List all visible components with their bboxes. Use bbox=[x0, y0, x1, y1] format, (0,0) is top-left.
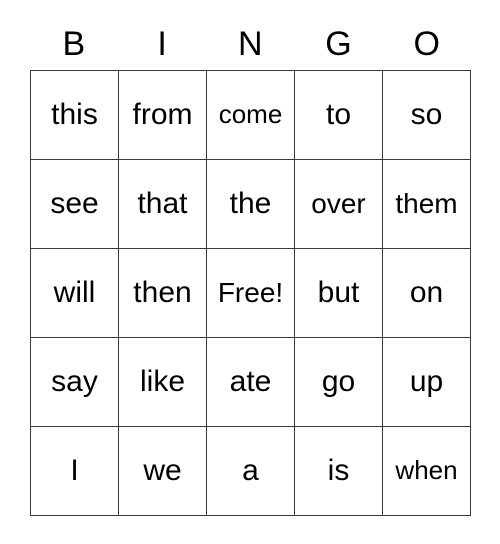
bingo-cell[interactable]: go bbox=[295, 338, 383, 427]
bingo-cell-label: go bbox=[321, 365, 356, 399]
bingo-header-letter-b: B bbox=[62, 25, 86, 63]
bingo-cell-label: over bbox=[311, 188, 366, 220]
bingo-cell-label: up bbox=[409, 365, 444, 399]
bingo-cell-label: on bbox=[409, 276, 444, 310]
bingo-cell[interactable]: that bbox=[119, 160, 207, 249]
bingo-header-row: B I N G O bbox=[30, 20, 471, 68]
bingo-cell-label: the bbox=[229, 187, 272, 221]
bingo-cell-label: them bbox=[395, 188, 458, 220]
bingo-cell[interactable]: is bbox=[295, 427, 383, 516]
bingo-cell[interactable]: will bbox=[31, 249, 119, 338]
bingo-cell-label: we bbox=[143, 454, 182, 488]
bingo-cell-label: say bbox=[51, 365, 98, 399]
bingo-cell[interactable]: see bbox=[31, 160, 119, 249]
bingo-cell-label: when bbox=[395, 455, 458, 486]
bingo-cell[interactable]: the bbox=[207, 160, 295, 249]
bingo-cell[interactable]: we bbox=[119, 427, 207, 516]
bingo-header-letter-o: O bbox=[413, 25, 441, 63]
bingo-grid: this from come to so see that the over them will th… bbox=[30, 70, 471, 516]
bingo-cell[interactable]: so bbox=[383, 71, 471, 160]
bingo-cell-label: I bbox=[70, 454, 79, 488]
bingo-header-letter-i: I bbox=[157, 25, 168, 63]
bingo-cell-label: then bbox=[133, 276, 192, 310]
bingo-cell[interactable]: like bbox=[119, 338, 207, 427]
bingo-cell[interactable]: come bbox=[207, 71, 295, 160]
bingo-cell-label: to bbox=[325, 98, 352, 132]
bingo-cell-label: ate bbox=[229, 365, 272, 399]
bingo-cell[interactable]: ate bbox=[207, 338, 295, 427]
bingo-cell[interactable]: over bbox=[295, 160, 383, 249]
bingo-cell[interactable]: when bbox=[383, 427, 471, 516]
bingo-cell-label: from bbox=[132, 98, 193, 132]
bingo-cell-label: like bbox=[139, 365, 185, 399]
bingo-cell-label: see bbox=[50, 187, 99, 221]
bingo-cell-label: Free! bbox=[217, 277, 284, 309]
bingo-cell[interactable]: up bbox=[383, 338, 471, 427]
bingo-cell[interactable]: then bbox=[119, 249, 207, 338]
bingo-cell[interactable]: from bbox=[119, 71, 207, 160]
bingo-cell[interactable]: but bbox=[295, 249, 383, 338]
bingo-cell[interactable]: on bbox=[383, 249, 471, 338]
bingo-cell-label: is bbox=[327, 454, 350, 488]
bingo-free-space-cell[interactable]: Free! bbox=[207, 249, 295, 338]
bingo-cell-label: come bbox=[218, 99, 283, 130]
bingo-cell[interactable]: say bbox=[31, 338, 119, 427]
bingo-header-letter-n: N bbox=[237, 25, 264, 63]
bingo-cell-label: that bbox=[137, 187, 188, 221]
bingo-cell-label: so bbox=[410, 98, 443, 132]
bingo-card: B I N G O this from come to so see that the over… bbox=[0, 0, 500, 544]
bingo-cell[interactable]: this bbox=[31, 71, 119, 160]
bingo-cell[interactable]: I bbox=[31, 427, 119, 516]
bingo-cell[interactable]: to bbox=[295, 71, 383, 160]
bingo-cell[interactable]: them bbox=[383, 160, 471, 249]
bingo-cell-label: but bbox=[317, 276, 360, 310]
bingo-cell[interactable]: a bbox=[207, 427, 295, 516]
bingo-cell-label: a bbox=[242, 454, 259, 488]
bingo-cell-label: this bbox=[51, 98, 98, 132]
bingo-cell-label: will bbox=[53, 276, 96, 310]
bingo-header-letter-g: G bbox=[325, 25, 353, 63]
